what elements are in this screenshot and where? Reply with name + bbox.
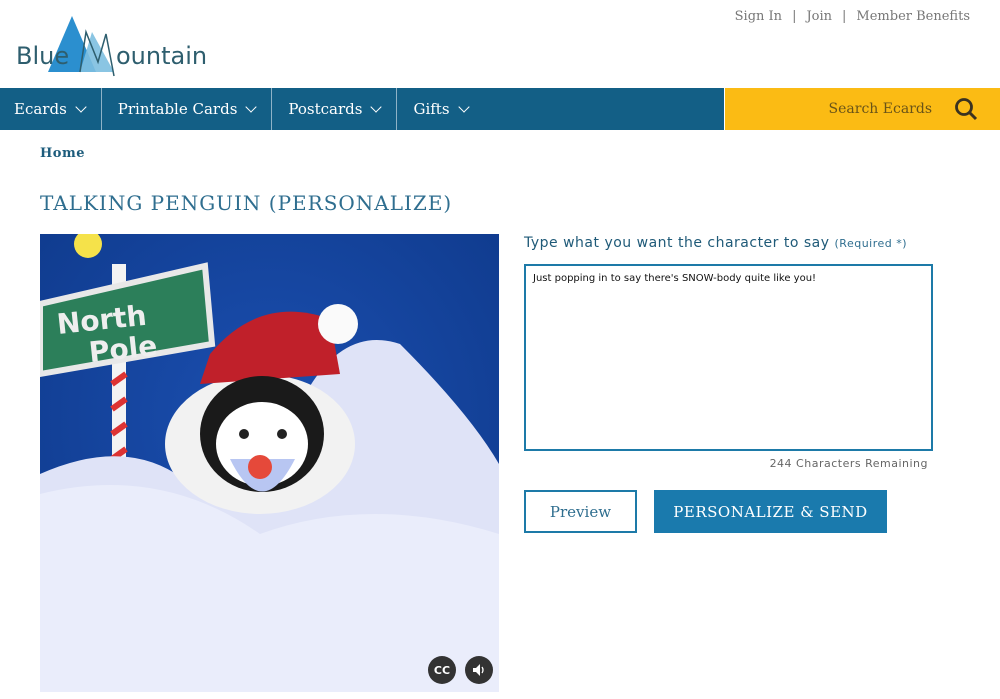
- account-links: Sign In | Join | Member Benefits: [729, 9, 976, 24]
- chevron-down-icon: [75, 101, 87, 113]
- join-link[interactable]: Join: [800, 9, 838, 24]
- captions-button[interactable]: CC: [428, 656, 456, 684]
- page-title: TALKING PENGUIN (PERSONALIZE): [40, 191, 453, 215]
- nav-label: Postcards: [288, 100, 363, 118]
- main-nav: Ecards Printable Cards Postcards Gifts: [0, 88, 724, 130]
- chevron-down-icon: [457, 101, 470, 113]
- nav-gifts[interactable]: Gifts: [397, 88, 483, 130]
- chevron-down-icon: [370, 101, 383, 113]
- preview-button[interactable]: Preview: [524, 490, 637, 533]
- required-note: (Required *): [834, 237, 908, 250]
- nav-printable-cards[interactable]: Printable Cards: [102, 88, 273, 130]
- divider: |: [792, 9, 797, 24]
- nav-label: Gifts: [413, 100, 450, 118]
- nav-label: Ecards: [14, 100, 67, 118]
- ecard-video[interactable]: North Pole CC: [40, 234, 499, 692]
- speaker-icon: [473, 664, 484, 676]
- sign-in-link[interactable]: Sign In: [729, 9, 788, 24]
- penguin-scene-image: North Pole: [40, 234, 499, 692]
- search-icon[interactable]: [954, 97, 978, 121]
- svg-text:Blue: Blue: [16, 42, 69, 70]
- characters-remaining: 244 Characters Remaining: [769, 457, 928, 470]
- search-bar: [725, 88, 1000, 130]
- svg-text:ountain: ountain: [116, 42, 207, 70]
- nav-label: Printable Cards: [117, 100, 238, 118]
- chevron-down-icon: [245, 101, 258, 113]
- search-input[interactable]: [782, 101, 932, 117]
- nav-postcards[interactable]: Postcards: [272, 88, 398, 130]
- nav-ecards[interactable]: Ecards: [0, 88, 102, 130]
- prompt-text: Type what you want the character to say: [524, 235, 830, 251]
- personalize-send-button[interactable]: PERSONALIZE & SEND: [654, 490, 887, 533]
- breadcrumb-home[interactable]: Home: [40, 146, 85, 161]
- message-label: Type what you want the character to say …: [524, 235, 907, 251]
- sound-button[interactable]: [465, 656, 493, 684]
- blue-mountain-logo[interactable]: Blue ountain: [14, 12, 224, 78]
- message-input[interactable]: Just popping in to say there's SNOW-body…: [524, 264, 933, 451]
- member-benefits-link[interactable]: Member Benefits: [850, 9, 976, 24]
- divider: |: [842, 9, 847, 24]
